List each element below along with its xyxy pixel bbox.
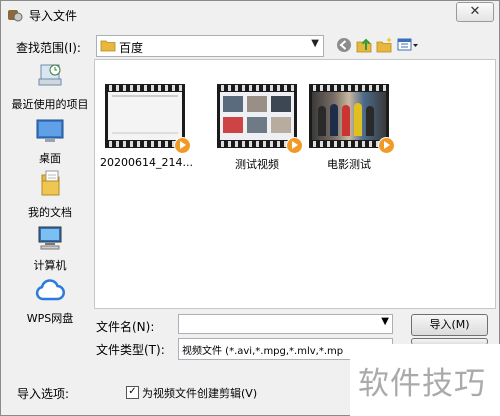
- watermark: 软件技巧: [350, 344, 500, 416]
- file-name: 电影测试: [327, 158, 371, 171]
- place-recent-items[interactable]: 最近使用的项目: [9, 61, 91, 112]
- place-desktop[interactable]: 桌面: [9, 117, 91, 166]
- filetype-label: 文件类型(T):: [96, 343, 165, 357]
- create-clip-label: 为视频文件创建剪辑(V): [142, 387, 258, 400]
- computer-icon: [38, 226, 62, 250]
- place-documents[interactable]: 我的文档: [9, 169, 91, 220]
- play-badge-icon: [174, 137, 191, 154]
- desktop-icon: [36, 119, 64, 142]
- place-label: 计算机: [33, 259, 67, 272]
- place-label: 最近使用的项目: [11, 98, 89, 111]
- title-bar: 导入文件 ✕: [1, 1, 499, 29]
- filetype-value: 视频文件 (*.avi,*.mpg,*.mlv,*.mp: [182, 346, 344, 357]
- play-badge-icon: [286, 137, 303, 154]
- place-label: 我的文档: [28, 206, 72, 219]
- place-computer[interactable]: 计算机: [9, 224, 91, 273]
- recent-items-icon: [38, 64, 62, 86]
- back-icon[interactable]: [335, 36, 353, 54]
- places-bar: 最近使用的项目 桌面 我的文档 计算机 WPS网盘: [9, 59, 91, 371]
- views-menu-icon[interactable]: [397, 36, 419, 54]
- look-in-value: 百度: [119, 41, 144, 55]
- filename-label: 文件名(N):: [96, 320, 155, 334]
- window-title: 导入文件: [29, 9, 78, 23]
- video-thumbnail: [105, 84, 191, 154]
- play-badge-icon: [378, 137, 395, 154]
- file-item[interactable]: 电影测试: [304, 84, 395, 172]
- file-list[interactable]: 20200614_214... 测试视频 电影测试: [94, 59, 496, 309]
- video-thumbnail: [309, 84, 395, 154]
- up-folder-icon[interactable]: [355, 36, 373, 54]
- new-folder-icon[interactable]: [375, 36, 393, 54]
- look-in-label: 查找范围(I):: [16, 41, 81, 55]
- look-in-select[interactable]: 百度 ▼: [96, 35, 324, 57]
- documents-icon: [41, 170, 60, 196]
- watermark-text: 软件技巧: [358, 366, 486, 402]
- video-thumbnail: [217, 84, 303, 154]
- cloud-icon: [35, 279, 65, 301]
- file-name: 20200614_214...: [100, 156, 193, 169]
- file-name: 测试视频: [235, 158, 279, 171]
- import-options-label: 导入选项:: [17, 387, 70, 401]
- filename-input[interactable]: ▼: [178, 314, 393, 334]
- chevron-down-icon: ▼: [311, 38, 319, 49]
- place-label: 桌面: [39, 152, 61, 165]
- folder-icon: [100, 39, 116, 55]
- file-item[interactable]: 20200614_214...: [100, 84, 193, 169]
- place-wps-cloud[interactable]: WPS网盘: [9, 277, 91, 326]
- app-icon: [7, 7, 23, 23]
- close-button[interactable]: ✕: [456, 2, 494, 22]
- import-button[interactable]: 导入(M): [411, 314, 488, 336]
- place-label: WPS网盘: [26, 312, 74, 325]
- chevron-down-icon[interactable]: ▼: [381, 316, 389, 327]
- create-clip-checkbox[interactable]: ✓: [126, 386, 139, 399]
- file-item[interactable]: 测试视频: [212, 84, 303, 172]
